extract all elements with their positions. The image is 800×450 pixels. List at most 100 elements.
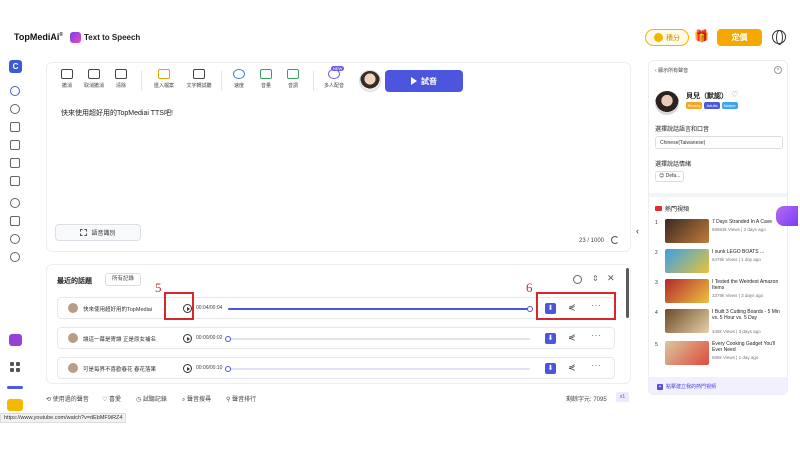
pitch-button[interactable]: 音調: [276, 69, 310, 89]
clear-button[interactable]: 清除: [104, 69, 138, 89]
convert-button[interactable]: 文字轉試聽: [182, 69, 216, 89]
share-icon[interactable]: ⋞: [568, 362, 576, 373]
video-meta: 555k Views | 1 day ago: [712, 355, 759, 360]
workspace-icon[interactable]: C: [9, 60, 22, 73]
video-item[interactable]: 2 I sunk LEGO BOATS ... 6476k Views | 1 …: [655, 249, 785, 275]
speed-chip[interactable]: x1: [616, 392, 629, 402]
rail-indicator: [7, 386, 23, 389]
plus-icon: +: [657, 383, 663, 390]
voice-settings-panel: ‹ 顯示所有聲音 × 貝兒（默認） ♡ Beauty Adults Nature…: [648, 60, 788, 395]
video-meta: 6476k Views | 1 day ago: [712, 257, 761, 262]
video-item[interactable]: 5 Every Cooking Gadget You'll Ever Need …: [655, 341, 785, 367]
video-thumbnail[interactable]: [665, 341, 709, 365]
play-icon[interactable]: [183, 364, 192, 373]
clear-icon: [115, 69, 127, 79]
voice-clone-nav-icon[interactable]: [10, 104, 20, 114]
video-title[interactable]: I Tested the Weirdest Amazon Items: [712, 279, 785, 291]
voice-ranking-link[interactable]: ⚲ 聲音排行: [226, 394, 256, 403]
left-sidebar: C: [0, 50, 30, 420]
credits-button[interactable]: 積分: [645, 29, 689, 46]
video-title[interactable]: I sunk LEGO BOATS ...: [712, 249, 785, 255]
more-icon[interactable]: ···: [591, 331, 602, 340]
bottom-bar: ⟲ 使用過的聲音 ♡ 喜愛 ◷ 試聽記錄 ⌕ 聲音搜尋 ⚲ 聲音排行 剩餘字元:…: [46, 392, 631, 406]
play-icon[interactable]: [183, 334, 192, 343]
tts-nav-icon[interactable]: [10, 86, 20, 96]
history-row[interactable]: 快來使用超好用的TopMediai 00:04/00:04 ⬇ ⋞ ···: [57, 297, 615, 319]
speech-recognition-button[interactable]: 語音識別: [55, 224, 141, 241]
video-title[interactable]: Every Cooking Gadget You'll Ever Need: [712, 341, 785, 353]
volume-icon: [260, 69, 272, 79]
play-icon: [411, 77, 417, 85]
chevron-left-icon[interactable]: ‹: [636, 226, 639, 236]
dubbing-nav-icon[interactable]: [10, 122, 20, 132]
annotation-number-6: 6: [526, 280, 533, 295]
close-icon[interactable]: ×: [774, 66, 782, 74]
progress-knob[interactable]: [527, 306, 533, 312]
globe-icon[interactable]: [772, 30, 786, 45]
voice-avatar[interactable]: [655, 91, 679, 115]
undo-icon: [61, 69, 73, 79]
progress-knob[interactable]: [225, 366, 231, 372]
video-thumbnail[interactable]: [665, 309, 709, 333]
voice-search-link[interactable]: ⌕ 聲音搜尋: [182, 394, 211, 404]
all-records-tab[interactable]: 所有記錄: [105, 273, 142, 286]
voice-name: 貝兒（默認）: [686, 93, 728, 100]
record-nav-icon[interactable]: [10, 234, 20, 244]
voice-tag: Adults: [704, 102, 720, 109]
folder-nav-icon[interactable]: [10, 176, 20, 186]
create-hot-video-link[interactable]: + 點擊建立我的熱門視頻: [649, 377, 787, 394]
apps-grid-icon[interactable]: [10, 362, 20, 372]
import-file-button[interactable]: 匯入檔案: [147, 69, 181, 89]
video-item[interactable]: 3 I Tested the Weirdest Amazon Items 337…: [655, 279, 785, 305]
video-item[interactable]: 4 I Built 3 Cutting Boards - 5 Min vs. 5…: [655, 309, 785, 335]
progress-track[interactable]: [228, 306, 533, 312]
language-select[interactable]: Chinese(Taiwanese): [655, 136, 783, 149]
voice-avatar[interactable]: [359, 70, 381, 92]
video-title[interactable]: 7 Days Stranded In A Cave: [712, 219, 785, 225]
close-icon[interactable]: ✕: [607, 273, 615, 284]
ai-assistant-float-button[interactable]: [776, 206, 798, 226]
video-thumbnail[interactable]: [665, 249, 709, 273]
listen-history-link[interactable]: ◷ 試聽記錄: [136, 394, 167, 403]
history-row[interactable]: 讓這一幕是寄讓 正是原女補名 00:00/00:02 ⬇ ⋞ ···: [57, 327, 615, 349]
multi-voice-button[interactable]: 多人配音: [317, 69, 351, 89]
speed-icon: [233, 69, 245, 79]
music-nav-icon[interactable]: [10, 216, 20, 226]
download-icon[interactable]: ⬇: [545, 333, 556, 344]
coin-icon: [654, 33, 663, 42]
more-icon[interactable]: ···: [591, 361, 602, 370]
status-url-tooltip: https://www.youtube.com/watch?v=dEbMF9iR…: [0, 413, 127, 423]
progress-track[interactable]: [225, 336, 530, 342]
ai-app-icon[interactable]: [9, 334, 22, 346]
video-item[interactable]: 1 7 Days Stranded In A Cave 55963k Views…: [655, 219, 785, 245]
video-title[interactable]: I Built 3 Cutting Boards - 5 Min vs. 5 H…: [712, 309, 785, 321]
premium-icon[interactable]: [7, 399, 23, 411]
edit-nav-icon[interactable]: [10, 158, 20, 168]
video-thumbnail[interactable]: [665, 279, 709, 303]
sort-icon[interactable]: ⇕: [592, 274, 599, 283]
download-icon[interactable]: ⬇: [545, 363, 556, 374]
preview-play-button[interactable]: 試音: [385, 70, 463, 92]
used-voices-link[interactable]: ⟲ 使用過的聲音: [46, 394, 89, 403]
globe-nav-icon[interactable]: [10, 198, 20, 208]
brand-logo[interactable]: TopMediAi®: [14, 32, 63, 42]
refresh-icon[interactable]: [611, 236, 619, 244]
help-icon[interactable]: [573, 275, 582, 284]
video-thumbnail[interactable]: [665, 219, 709, 243]
heart-icon[interactable]: ♡: [731, 90, 738, 99]
scrollbar[interactable]: [626, 268, 629, 318]
share-icon[interactable]: ⋞: [568, 332, 576, 343]
pricing-button[interactable]: 定價: [717, 29, 762, 46]
voice-tag: Beauty: [686, 102, 703, 109]
show-all-voices-link[interactable]: ‹ 顯示所有聲音: [655, 67, 688, 74]
gift-icon[interactable]: 🎁: [694, 29, 709, 43]
emotion-select[interactable]: 😊 Defa...: [655, 171, 685, 182]
mic-nav-icon[interactable]: [10, 140, 20, 150]
settings-nav-icon[interactable]: [10, 252, 20, 262]
progress-knob[interactable]: [225, 336, 231, 342]
favorites-link[interactable]: ♡ 喜愛: [102, 394, 121, 403]
scan-icon: [80, 229, 88, 236]
progress-track[interactable]: [225, 366, 530, 372]
history-row[interactable]: 可是每界不喜歡春花 春花落果 00:00/00:10 ⬇ ⋞ ···: [57, 357, 615, 379]
editor-text-area[interactable]: 快來使用超好用的TopMediai TTS吧!: [61, 108, 173, 118]
